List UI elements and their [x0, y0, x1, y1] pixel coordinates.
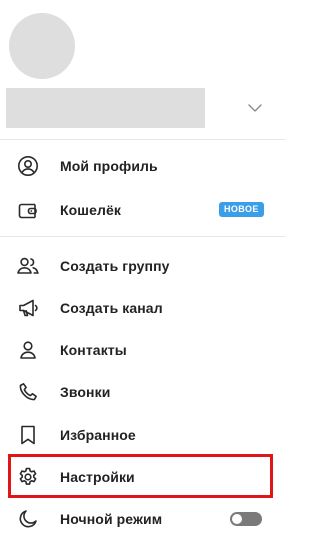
menu-label-new-group: Создать группу — [60, 258, 170, 274]
avatar[interactable] — [9, 13, 75, 79]
menu-item-wallet[interactable]: Кошелёк НОВОЕ — [0, 189, 286, 231]
new-badge: НОВОЕ — [219, 202, 264, 217]
menu-item-night-mode[interactable]: Ночной режим — [0, 498, 286, 540]
toggle-knob — [232, 514, 242, 524]
side-drawer: Мой профиль Кошелёк НОВОЕ Создать группу — [0, 0, 286, 537]
highlight-box — [8, 454, 273, 498]
account-switcher-button[interactable] — [240, 95, 270, 121]
menu-label-wallet: Кошелёк — [60, 202, 121, 218]
menu-item-contacts[interactable]: Контакты — [0, 329, 286, 371]
menu-label-saved: Избранное — [60, 427, 136, 443]
chevron-down-icon — [248, 104, 262, 112]
divider — [0, 236, 286, 237]
users-icon — [16, 254, 40, 278]
phone-icon — [16, 380, 40, 404]
account-name — [6, 88, 205, 128]
menu-label-profile: Мой профиль — [60, 158, 158, 174]
menu-label-new-channel: Создать канал — [60, 300, 163, 316]
menu-label-calls: Звонки — [60, 384, 111, 400]
menu-label-contacts: Контакты — [60, 342, 127, 358]
bookmark-icon — [16, 423, 40, 447]
menu-item-profile[interactable]: Мой профиль — [0, 145, 286, 187]
megaphone-icon — [16, 296, 40, 320]
menu-item-new-channel[interactable]: Создать канал — [0, 287, 286, 329]
menu-label-night-mode: Ночной режим — [60, 511, 163, 527]
menu-item-saved[interactable]: Избранное — [0, 414, 286, 456]
night-mode-toggle[interactable] — [230, 512, 262, 526]
divider — [0, 139, 286, 140]
menu-item-new-group[interactable]: Создать группу — [0, 245, 286, 287]
wallet-icon — [16, 198, 40, 222]
moon-icon — [16, 507, 40, 531]
person-icon — [16, 338, 40, 362]
menu-item-calls[interactable]: Звонки — [0, 371, 286, 413]
user-circle-icon — [16, 154, 40, 178]
